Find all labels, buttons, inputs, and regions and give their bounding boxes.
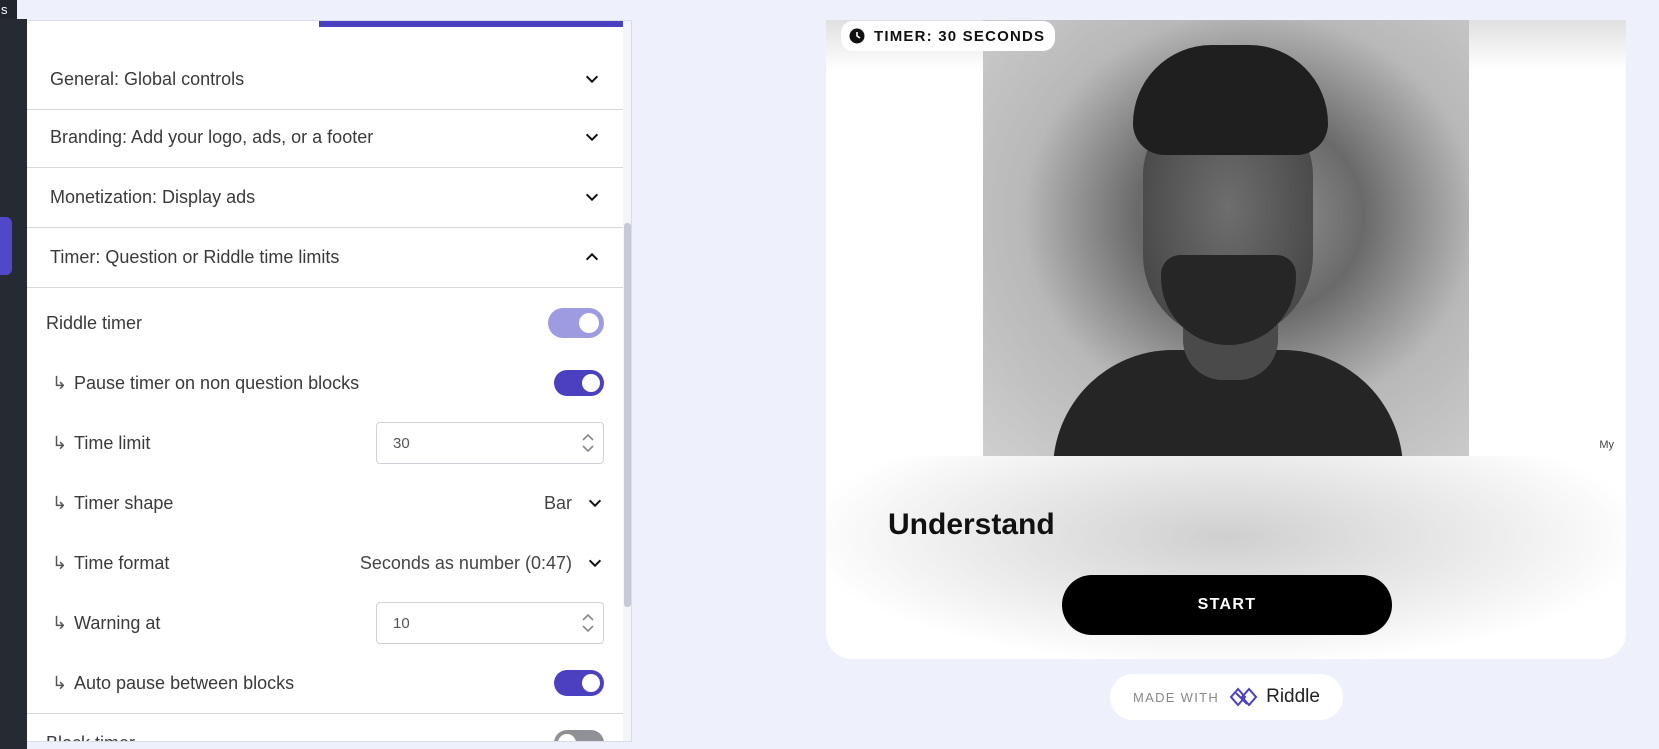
toggle-knob [579, 313, 599, 333]
made-with-riddle-badge[interactable]: MADE WITH Riddle [1110, 674, 1343, 720]
panel-progress-bar [319, 21, 624, 27]
chevron-down-icon[interactable] [582, 69, 602, 89]
spin-down-icon[interactable] [581, 624, 595, 634]
panel-scrollbar-thumb[interactable] [624, 223, 631, 607]
time-limit-label: Time limit [74, 432, 151, 453]
spin-down-icon[interactable] [581, 444, 595, 454]
accordion-monetization-label: Monetization: Display ads [50, 186, 256, 207]
card-bottom: Understand START [826, 456, 1626, 659]
toggle-knob [558, 734, 576, 741]
auto-pause-label: Auto pause between blocks [74, 672, 295, 693]
pause-timer-label: Pause timer on non question blocks [74, 372, 360, 393]
riddle-logo-icon [1229, 687, 1258, 707]
block-timer-label: Block timer [46, 733, 135, 742]
photo-hair [1133, 45, 1328, 155]
rail-active-marker[interactable] [0, 217, 12, 275]
block-timer-toggle[interactable] [554, 730, 604, 741]
time-format-value: Seconds as number (0:47) [359, 552, 572, 573]
sub-setting-arrow-icon: ↳ [52, 672, 68, 693]
sub-setting-arrow-icon: ↳ [52, 432, 68, 453]
riddle-title: Understand [888, 508, 1055, 541]
made-with-text: MADE WITH [1133, 689, 1220, 705]
time-format-row: ↳ Time format Seconds as number (0:47) [27, 533, 624, 593]
accordion-timer-label: Timer: Question or Riddle time limits [50, 246, 340, 267]
sub-setting-arrow-icon: ↳ [52, 372, 68, 393]
warning-at-input[interactable]: 10 [376, 602, 604, 644]
riddle-timer-label: Riddle timer [46, 312, 143, 333]
warning-at-value: 10 [393, 614, 410, 632]
auto-pause-toggle[interactable] [554, 670, 604, 696]
chevron-down-icon [588, 559, 602, 568]
time-limit-value: 30 [393, 434, 410, 452]
riddle-brand-name: Riddle [1266, 686, 1320, 707]
riddle-timer-row: Riddle timer [27, 293, 624, 353]
timer-shape-select[interactable]: Bar [544, 493, 604, 514]
block-timer-row: Block timer [27, 713, 624, 742]
settings-panel: General: Global controls Branding: Add y… [27, 20, 632, 742]
timer-badge-text: TIMER: 30 SECONDS [874, 27, 1046, 45]
timer-shape-value: Bar [543, 492, 572, 513]
clock-icon [849, 28, 865, 44]
panel-scrollbar-track[interactable] [623, 21, 631, 741]
chevron-up-icon[interactable] [582, 247, 602, 267]
timer-badge: TIMER: 30 SECONDS [841, 21, 1056, 51]
accordion-timer[interactable]: Timer: Question or Riddle time limits [27, 227, 624, 288]
side-label: My [1599, 439, 1614, 451]
number-spinner[interactable] [581, 612, 595, 634]
sub-setting-arrow-icon: ↳ [52, 552, 68, 573]
auto-pause-row: ↳ Auto pause between blocks [27, 653, 624, 713]
start-button[interactable]: START [1062, 575, 1392, 635]
accordion-branding[interactable]: Branding: Add your logo, ads, or a foote… [27, 107, 624, 168]
sub-setting-arrow-icon: ↳ [52, 492, 68, 513]
accordion-general-label: General: Global controls [50, 68, 245, 89]
time-limit-row: ↳ Time limit 30 [27, 413, 624, 473]
spin-up-icon[interactable] [581, 612, 595, 622]
corner-tag: s [0, 0, 17, 19]
time-format-select[interactable]: Seconds as number (0:47) [360, 553, 604, 574]
time-format-label: Time format [74, 552, 170, 573]
riddle-preview-card: TIMER: 30 SECONDS My Understand START [826, 20, 1626, 659]
chevron-down-icon[interactable] [582, 187, 602, 207]
pause-timer-toggle[interactable] [554, 370, 604, 396]
time-limit-input[interactable]: 30 [376, 422, 604, 464]
spin-up-icon[interactable] [581, 432, 595, 442]
warning-at-row: ↳ Warning at 10 [27, 593, 624, 653]
pause-timer-row: ↳ Pause timer on non question blocks [27, 353, 624, 413]
toggle-knob [582, 374, 600, 392]
warning-at-label: Warning at [74, 612, 161, 633]
riddle-brand: Riddle [1228, 685, 1320, 709]
chevron-down-icon[interactable] [582, 127, 602, 147]
accordion-general[interactable]: General: Global controls [27, 49, 624, 110]
timer-shape-label: Timer shape [74, 492, 174, 513]
left-rail [0, 19, 27, 749]
chevron-down-icon [588, 499, 602, 508]
accordion-branding-label: Branding: Add your logo, ads, or a foote… [50, 126, 374, 147]
number-spinner[interactable] [581, 432, 595, 454]
toggle-knob [582, 674, 600, 692]
sub-setting-arrow-icon: ↳ [52, 612, 68, 633]
accordion-monetization[interactable]: Monetization: Display ads [27, 167, 624, 228]
timer-shape-row: ↳ Timer shape Bar [27, 473, 624, 533]
riddle-timer-toggle[interactable] [548, 308, 604, 338]
cover-photo [983, 20, 1469, 456]
